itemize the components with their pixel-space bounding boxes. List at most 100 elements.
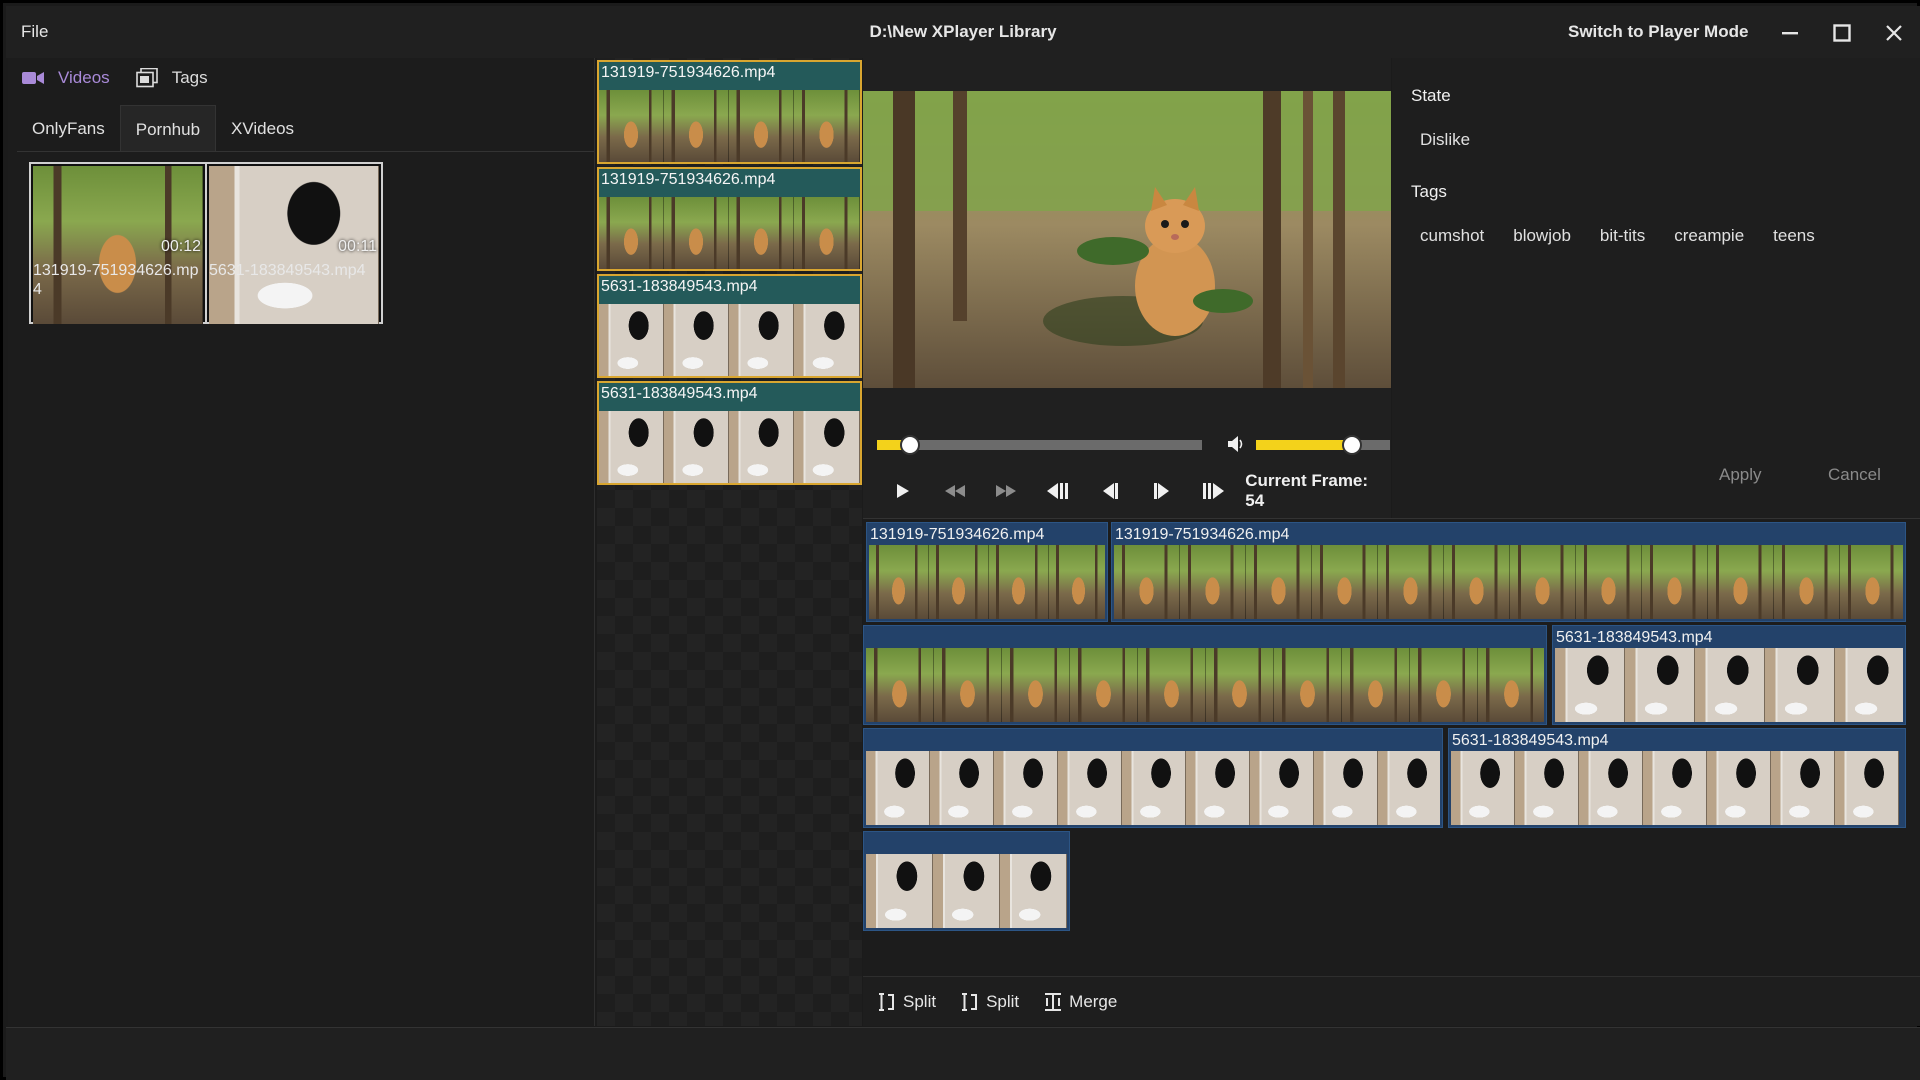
timeline-clip-filmstrip (1555, 648, 1903, 722)
video-frame[interactable] (863, 91, 1391, 388)
fast-forward-icon (996, 485, 1017, 497)
video-duration: 00:12 (160, 238, 201, 255)
volume-slider[interactable] (1256, 435, 1390, 455)
seek-bar[interactable] (877, 435, 1202, 455)
skip-to-end-button[interactable] (1188, 476, 1240, 506)
seek-handle[interactable] (900, 435, 920, 455)
clip-filename: 131919-751934626.mp4 (601, 64, 776, 81)
timeline-clip-filename: 131919-751934626.mp4 (1115, 526, 1290, 543)
timeline-clip[interactable] (863, 728, 1443, 828)
cancel-button[interactable]: Cancel (1828, 465, 1881, 485)
clip-item[interactable]: 131919-751934626.mp4 (597, 60, 862, 164)
tag-chip[interactable]: creampie (1674, 226, 1744, 246)
app-window: File D:\New XPlayer Library Switch to Pl… (0, 0, 1920, 1080)
timeline-clip[interactable]: 131919-751934626.mp4 (1111, 522, 1906, 622)
library-grid: 00:12 131919-751934626.mp4 00:11 5631-18… (29, 162, 383, 324)
switch-to-player-mode-button[interactable]: Switch to Player Mode (1568, 22, 1748, 42)
play-icon (896, 484, 909, 498)
timeline-toolbar: Split Split Merge (863, 976, 1920, 1026)
previous-frame-button[interactable] (1084, 476, 1136, 506)
timeline-clip[interactable] (863, 625, 1547, 725)
tag-chip[interactable]: bit-tits (1600, 226, 1645, 246)
fast-forward-button[interactable] (981, 476, 1033, 506)
timeline-clip-filmstrip (866, 854, 1067, 928)
file-menu[interactable]: File (21, 22, 48, 42)
split-icon (879, 992, 894, 1011)
nav-tags-label: Tags (171, 68, 208, 87)
maximize-button[interactable] (1825, 16, 1859, 50)
volume-handle[interactable] (1342, 435, 1362, 455)
timeline: 131919-751934626.mp4 131919-751934626.mp… (863, 518, 1920, 976)
timeline-clip[interactable] (863, 831, 1070, 931)
close-button[interactable] (1877, 16, 1911, 50)
timeline-clip-filmstrip (866, 751, 1440, 825)
tag-chip[interactable]: teens (1773, 226, 1815, 246)
timeline-clip[interactable]: 5631-183849543.mp4 (1448, 728, 1906, 828)
status-bar (6, 1027, 1920, 1080)
library-item[interactable]: 00:12 131919-751934626.mp4 (30, 163, 206, 324)
split-icon (962, 992, 978, 1011)
clip-item[interactable]: 5631-183849543.mp4 (597, 381, 862, 485)
state-value-dislike[interactable]: Dislike (1420, 130, 1470, 150)
timeline-clip-filmstrip (1451, 751, 1903, 825)
rewind-icon (944, 485, 965, 497)
volume-icon[interactable] (1227, 434, 1245, 454)
video-filename: 5631-183849543.mp4 (209, 262, 366, 279)
minimize-button[interactable] (1773, 16, 1807, 50)
tag-chip[interactable]: blowjob (1513, 226, 1571, 246)
clip-filmstrip (599, 90, 860, 162)
state-heading: State (1411, 86, 1451, 105)
split-button[interactable]: Split (877, 992, 936, 1012)
merge-label: Merge (1069, 991, 1118, 1011)
timeline-clip-filename: 5631-183849543.mp4 (1556, 629, 1713, 646)
split-label: Split (903, 991, 937, 1011)
merge-icon (1045, 992, 1062, 1011)
split-label: Split (986, 991, 1020, 1011)
timeline-clip-filmstrip (869, 545, 1105, 619)
nav-videos[interactable]: Videos (22, 68, 110, 88)
current-frame-readout: Current Frame: 54 (1245, 471, 1369, 510)
playback-sliders (877, 430, 1390, 460)
video-duration: 00:11 (338, 238, 377, 255)
folder-tabs: OnlyFans Pornhub XVideos (17, 105, 309, 152)
volume-level (1256, 440, 1352, 450)
library-item[interactable]: 00:11 5631-183849543.mp4 (206, 163, 382, 324)
library-nav: Videos Tags (22, 68, 208, 88)
skip-forward-icon (1203, 483, 1225, 499)
video-filename: 131919-751934626.mp4 (33, 262, 199, 298)
maximize-icon (1833, 24, 1851, 42)
clip-filename: 5631-183849543.mp4 (601, 385, 758, 402)
timeline-clip-filename: 131919-751934626.mp4 (870, 526, 1045, 543)
tag-chip[interactable]: cumshot (1420, 226, 1484, 246)
clip-filename: 131919-751934626.mp4 (601, 171, 776, 188)
tab-divider (17, 151, 594, 152)
skip-to-start-button[interactable] (1032, 476, 1084, 506)
title-bar: File D:\New XPlayer Library Switch to Pl… (6, 6, 1920, 58)
nav-tags[interactable]: Tags (135, 68, 208, 88)
close-icon (1886, 25, 1902, 41)
tab-xvideos[interactable]: XVideos (216, 105, 309, 152)
timeline-clip[interactable]: 131919-751934626.mp4 (866, 522, 1108, 622)
tags-heading: Tags (1411, 182, 1447, 201)
tab-pornhub[interactable]: Pornhub (119, 105, 217, 152)
nav-videos-label: Videos (58, 68, 110, 87)
step-forward-icon (1153, 483, 1169, 499)
merge-button[interactable]: Merge (1043, 992, 1117, 1012)
play-button[interactable] (877, 476, 929, 506)
timeline-clip-filmstrip (866, 648, 1544, 722)
clip-item[interactable]: 5631-183849543.mp4 (597, 274, 862, 378)
minimize-icon (1782, 32, 1798, 35)
tab-onlyfans[interactable]: OnlyFans (17, 105, 120, 152)
split-button[interactable]: Split (960, 992, 1019, 1012)
rewind-button[interactable] (929, 476, 981, 506)
clip-filmstrip (599, 411, 860, 483)
clip-item[interactable]: 131919-751934626.mp4 (597, 167, 862, 271)
apply-button[interactable]: Apply (1719, 465, 1762, 485)
library-grid-area: 00:12 131919-751934626.mp4 00:11 5631-18… (17, 154, 594, 1022)
step-back-icon (1102, 483, 1118, 499)
timeline-clip[interactable]: 5631-183849543.mp4 (1552, 625, 1906, 725)
clip-list: 131919-751934626.mp4 131919-751934626.mp… (597, 58, 862, 1026)
clip-filmstrip (599, 197, 860, 269)
next-frame-button[interactable] (1136, 476, 1188, 506)
video-player: Current Frame: 54 (863, 58, 1391, 518)
